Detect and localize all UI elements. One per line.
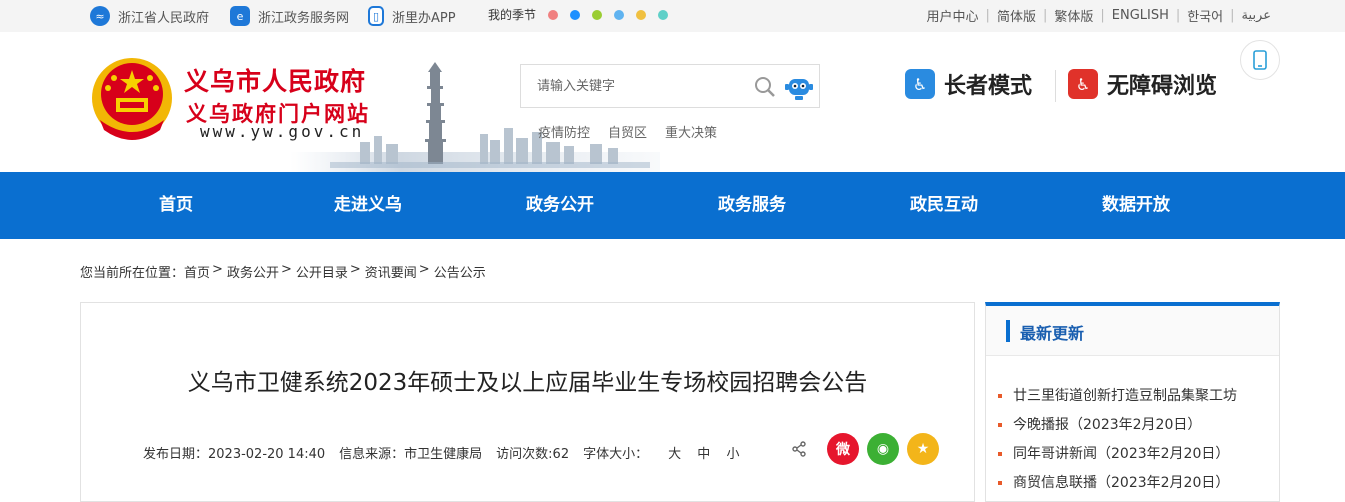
nav-gov-services[interactable]: 政务服务	[694, 172, 810, 239]
breadcrumb-prefix: 您当前所在位置：	[80, 266, 185, 281]
accessible-mode-button[interactable]: ♿ 无障碍浏览	[1068, 68, 1217, 100]
arabic-link[interactable]: عربية	[1242, 8, 1271, 23]
main-nav: 首页 走进义乌 政务公开 政务服务 政民互动 数据开放	[0, 172, 1345, 239]
breadcrumb-home[interactable]: 首页	[184, 262, 210, 281]
info-source: 信息来源：市卫生健康局	[339, 447, 483, 462]
news-item[interactable]: 今晚播报（2023年2月20日）	[998, 411, 1237, 440]
accessible-mode-label: 无障碍浏览	[1107, 74, 1218, 99]
share-bar: 微 ◉ ★	[791, 433, 939, 465]
search-input[interactable]	[521, 65, 761, 107]
weibo-share-icon[interactable]: 微	[827, 433, 859, 465]
mobile-app-icon: ▯	[368, 6, 384, 26]
nav-about-yiwu[interactable]: 走进义乌	[310, 172, 426, 239]
publish-date: 发布日期：2023-02-20 14:40	[143, 447, 326, 462]
wheelchair-icon: ♿	[1068, 69, 1098, 99]
robot-assistant-icon[interactable]	[783, 71, 815, 103]
language-links: 用户中心 | 简体版 | 繁体版 | ENGLISH | 한국어 | عربية	[926, 6, 1271, 25]
font-size-small[interactable]: 小	[726, 447, 739, 462]
font-size-large[interactable]: 大	[668, 447, 681, 462]
nav-home[interactable]: 首页	[118, 172, 234, 239]
search-icon[interactable]	[753, 75, 777, 99]
season-color-2[interactable]	[570, 9, 581, 20]
mode-divider	[1055, 70, 1056, 102]
share-icon	[792, 441, 806, 457]
phone-icon	[1253, 50, 1267, 70]
breadcrumb-gov-affairs[interactable]: 政务公开	[227, 262, 279, 281]
mobile-app-link[interactable]: ▯ 浙里办APP	[368, 6, 456, 26]
national-emblem-logo[interactable]	[90, 54, 174, 144]
elder-person-icon: ♿	[905, 69, 935, 99]
gov-service-icon: e	[230, 6, 250, 26]
article-meta: 发布日期：2023-02-20 14:40 信息来源：市卫生健康局 访问次数:6…	[143, 443, 739, 462]
latest-updates-panel: 最新更新 廿三里街道创新打造豆制品集聚工坊 今晚播报（2023年2月20日） 同…	[985, 302, 1280, 502]
season-color-5[interactable]	[636, 9, 647, 20]
article-panel: 义乌市卫健系统2023年硕士及以上应届毕业生专场校园招聘会公告 发布日期：202…	[80, 302, 975, 502]
title-accent-bar	[1006, 320, 1010, 342]
news-item[interactable]: 廿三里街道创新打造豆制品集聚工坊	[998, 382, 1237, 411]
korean-link[interactable]: 한국어	[1187, 6, 1223, 25]
favorite-star-icon[interactable]: ★	[907, 433, 939, 465]
simplified-link[interactable]: 简体版	[997, 6, 1036, 25]
season-color-6[interactable]	[658, 9, 669, 20]
season-color-1[interactable]	[548, 9, 559, 20]
top-bar: ≈ 浙江省人民政府 e 浙江政务服务网 ▯ 浙里办APP 我的季节 用户中心 | …	[0, 0, 1345, 32]
news-item[interactable]: 同年哥讲新闻（2023年2月20日）	[998, 440, 1237, 469]
mobile-version-button[interactable]	[1240, 40, 1280, 80]
nav-interaction[interactable]: 政民互动	[886, 172, 1002, 239]
elder-mode-label: 长者模式	[944, 74, 1033, 99]
breadcrumb-catalog[interactable]: 公开目录	[296, 262, 348, 281]
nav-gov-affairs[interactable]: 政务公开	[502, 172, 618, 239]
article-title: 义乌市卫健系统2023年硕士及以上应届毕业生专场校园招聘会公告	[187, 370, 868, 396]
site-header: 义乌市人民政府 义乌政府门户网站 www.yw.gov.cn 请输入关键字 疫情…	[0, 32, 1345, 172]
zhejiang-gov-icon: ≈	[90, 6, 110, 26]
font-size-label: 字体大小：	[583, 447, 649, 462]
season-color-3[interactable]	[592, 9, 603, 20]
season-color-4[interactable]	[614, 9, 625, 20]
season-switcher: 我的季节	[488, 6, 669, 23]
zhejiang-gov-link[interactable]: ≈ 浙江省人民政府	[90, 6, 209, 26]
nav-open-data[interactable]: 数据开放	[1078, 172, 1194, 239]
zhejiang-gov-label: 浙江省人民政府	[118, 10, 210, 26]
font-size-medium[interactable]: 中	[697, 447, 710, 462]
season-label: 我的季节	[488, 8, 537, 22]
gov-service-label: 浙江政务服务网	[258, 10, 350, 26]
elder-mode-button[interactable]: ♿ 长者模式	[905, 68, 1032, 100]
wechat-share-icon[interactable]: ◉	[867, 433, 899, 465]
search-box	[520, 64, 820, 108]
breadcrumb-news[interactable]: 资讯要闻	[365, 262, 417, 281]
news-item[interactable]: 商贸信息联播（2023年2月20日）	[998, 469, 1237, 498]
hot-word-decision[interactable]: 重大决策	[665, 122, 717, 141]
hot-word-epidemic[interactable]: 疫情防控	[538, 122, 590, 141]
english-link[interactable]: ENGLISH	[1112, 8, 1169, 23]
latest-updates-title: 最新更新	[1020, 324, 1085, 343]
mobile-app-label: 浙里办APP	[392, 10, 456, 26]
breadcrumb: 您当前所在位置： 首页 > 政务公开 > 公开目录 > 资讯要闻 > 公告公示	[80, 262, 486, 281]
traditional-link[interactable]: 繁体版	[1054, 6, 1093, 25]
hot-word-ftz[interactable]: 自贸区	[608, 122, 647, 141]
gov-service-link[interactable]: e 浙江政务服务网	[230, 6, 349, 26]
breadcrumb-notices[interactable]: 公告公示	[434, 262, 486, 281]
news-list: 廿三里街道创新打造豆制品集聚工坊 今晚播报（2023年2月20日） 同年哥讲新闻…	[998, 382, 1237, 498]
user-center-link[interactable]: 用户中心	[927, 6, 979, 25]
view-count: 访问次数:62	[496, 447, 570, 462]
hot-words: 疫情防控 自贸区 重大决策	[538, 122, 717, 141]
latest-updates-header: 最新更新	[986, 306, 1279, 356]
